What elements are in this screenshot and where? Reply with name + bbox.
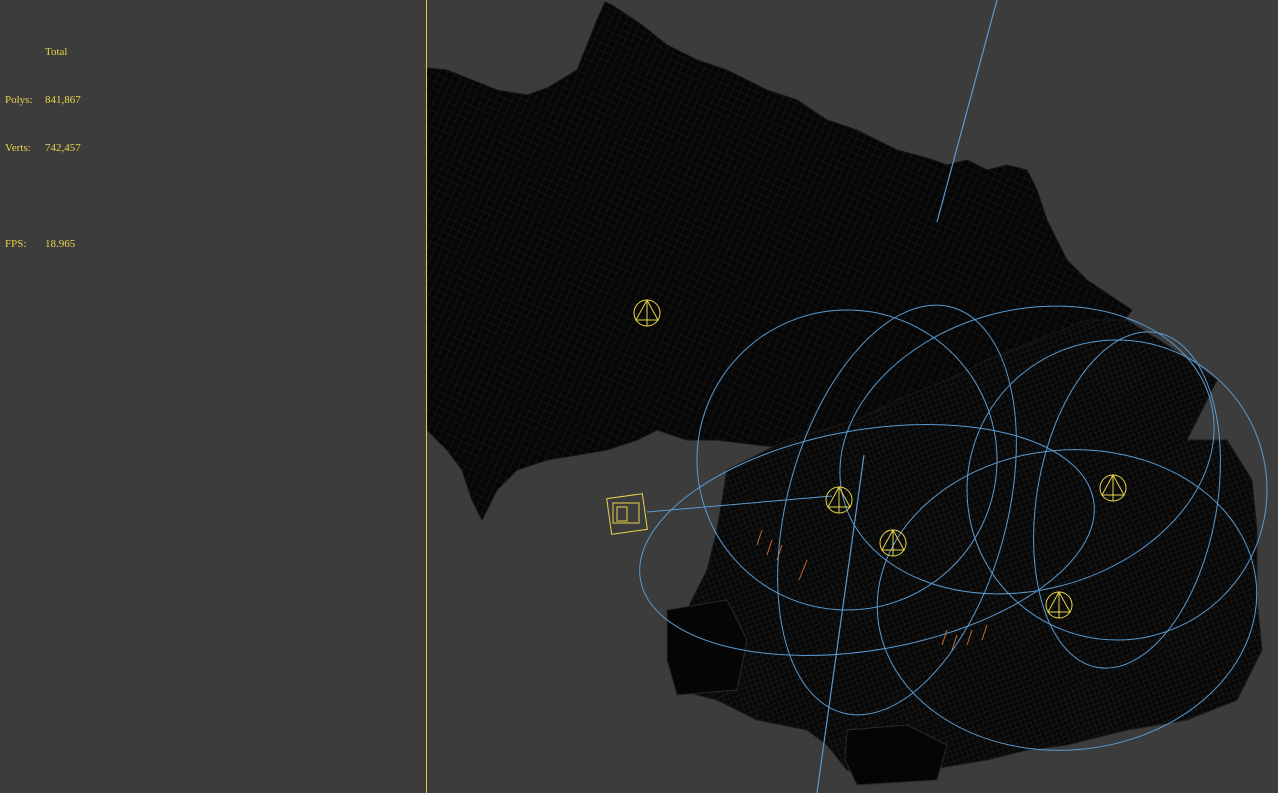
stats-fps-row: FPS: 18.965 — [5, 236, 81, 252]
scene-canvas[interactable] — [427, 0, 1278, 793]
stats-gap — [5, 188, 81, 204]
app-root: Total Polys: 841,867 Verts: 742,457 FPS:… — [0, 0, 1278, 793]
polys-value: 841,867 — [45, 94, 81, 106]
stats-polys-row: Polys: 841,867 — [5, 92, 81, 108]
scene-statistics: Total Polys: 841,867 Verts: 742,457 FPS:… — [5, 12, 81, 284]
verts-value: 742,457 — [45, 142, 81, 154]
polys-label: Polys: — [5, 94, 33, 106]
left-viewport[interactable]: Total Polys: 841,867 Verts: 742,457 FPS:… — [0, 0, 426, 793]
camera-icon[interactable] — [606, 493, 648, 535]
fps-value: 18.965 — [45, 238, 76, 250]
perspective-viewport[interactable] — [427, 0, 1278, 793]
stats-verts-row: Verts: 742,457 — [5, 140, 81, 156]
fps-label: FPS: — [5, 238, 27, 250]
stats-header: Total — [45, 46, 68, 58]
verts-label: Verts: — [5, 142, 31, 154]
